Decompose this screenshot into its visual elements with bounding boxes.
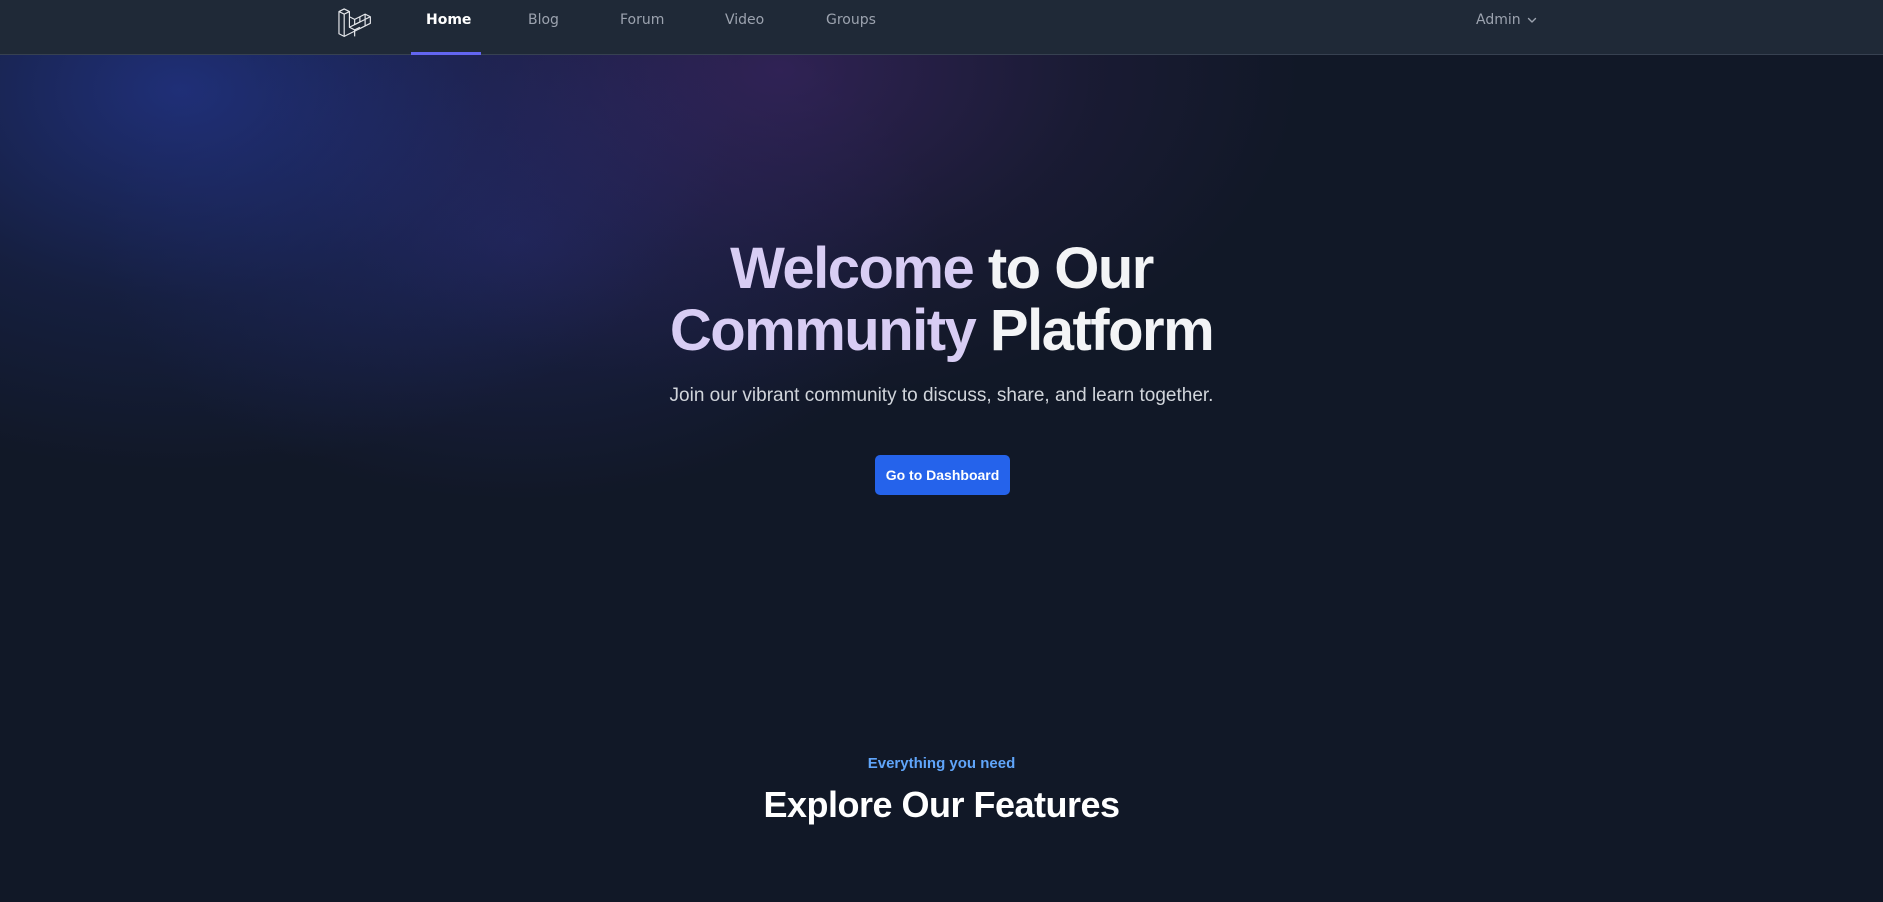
nav-item-forum[interactable]: Forum xyxy=(620,0,664,55)
features-title: Explore Our Features xyxy=(763,784,1120,825)
laravel-logo-icon[interactable] xyxy=(337,5,371,39)
chevron-down-icon xyxy=(1527,17,1536,23)
hero-title: Welcome to Our Community Platform xyxy=(0,238,1883,362)
page: Home Blog Forum Video Groups Admin Welco… xyxy=(0,0,1883,902)
hero-title-accent-2: Community xyxy=(669,298,977,363)
nav-item-video[interactable]: Video xyxy=(725,0,764,55)
hero-title-accent-1: Welcome xyxy=(730,236,975,301)
hero-title-line-1: Welcome to Our xyxy=(0,238,1883,300)
features-eyebrow: Everything you need xyxy=(867,755,1016,772)
hero-subtitle: Join our vibrant community to discuss, s… xyxy=(669,385,1214,406)
hero-title-line-2: Community Platform xyxy=(0,300,1883,362)
hero-title-rest-2: Platform xyxy=(975,298,1215,363)
go-to-dashboard-button[interactable]: Go to Dashboard xyxy=(875,455,1010,495)
nav-item-blog[interactable]: Blog xyxy=(528,0,559,55)
user-menu-dropdown[interactable]: Admin xyxy=(1476,12,1537,28)
nav-item-groups[interactable]: Groups xyxy=(826,0,876,55)
user-menu-label: Admin xyxy=(1476,12,1521,28)
top-navbar: Home Blog Forum Video Groups Admin xyxy=(0,0,1883,55)
nav-active-indicator xyxy=(411,52,481,55)
hero-title-rest-1: to Our xyxy=(973,236,1154,301)
nav-item-home[interactable]: Home xyxy=(426,0,471,55)
